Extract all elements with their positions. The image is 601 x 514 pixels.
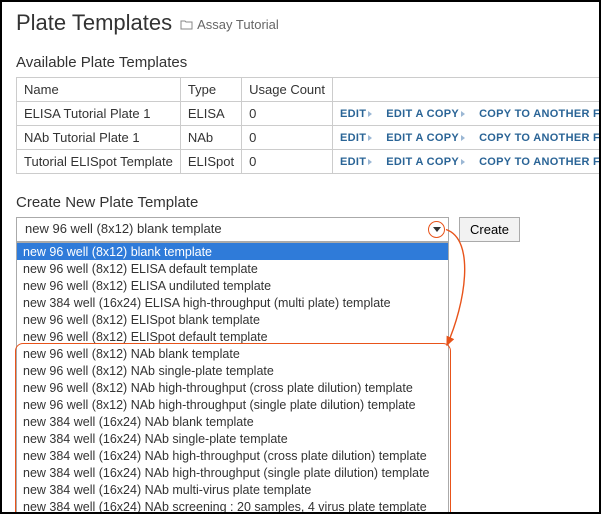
- dropdown-option[interactable]: new 384 well (16x24) NAb single-plate te…: [17, 430, 448, 447]
- available-section-title: Available Plate Templates: [16, 54, 585, 71]
- caret-right-icon: [368, 159, 372, 165]
- dropdown-option[interactable]: new 96 well (8x12) ELISA default templat…: [17, 260, 448, 277]
- dropdown-option[interactable]: new 96 well (8x12) ELISA undiluted templ…: [17, 277, 448, 294]
- dropdown-option[interactable]: new 96 well (8x12) ELISpot blank templat…: [17, 311, 448, 328]
- col-actions: [333, 78, 601, 102]
- dropdown-option[interactable]: new 384 well (16x24) NAb blank template: [17, 413, 448, 430]
- cell-type: ELISA: [180, 102, 241, 126]
- caret-right-icon: [461, 111, 465, 117]
- dropdown-option[interactable]: new 384 well (16x24) NAb screening : 20 …: [17, 498, 448, 514]
- cell-name: ELISA Tutorial Plate 1: [17, 102, 181, 126]
- caret-right-icon: [368, 111, 372, 117]
- folder-icon: [180, 19, 193, 30]
- chevron-down-icon[interactable]: [428, 221, 445, 238]
- edit-link[interactable]: EDIT: [340, 108, 372, 120]
- page-title: Plate Templates: [16, 10, 172, 36]
- dropdown-option[interactable]: new 384 well (16x24) NAb multi-virus pla…: [17, 481, 448, 498]
- dropdown-option[interactable]: new 96 well (8x12) blank template: [17, 243, 448, 260]
- col-name: Name: [17, 78, 181, 102]
- dropdown-option[interactable]: new 96 well (8x12) NAb single-plate temp…: [17, 362, 448, 379]
- cell-usage: 0: [242, 150, 333, 174]
- cell-type: ELISpot: [180, 150, 241, 174]
- table-row: NAb Tutorial Plate 1NAb0 EDIT EDIT A COPY C…: [17, 126, 601, 150]
- col-usage: Usage Count: [242, 78, 333, 102]
- edit-copy-link[interactable]: EDIT A COPY: [386, 132, 465, 144]
- dropdown-option[interactable]: new 384 well (16x24) NAb high-throughput…: [17, 447, 448, 464]
- edit-copy-link[interactable]: EDIT A COPY: [386, 156, 465, 168]
- dropdown-option[interactable]: new 384 well (16x24) ELISA high-throughp…: [17, 294, 448, 311]
- copy-folder-link[interactable]: COPY TO ANOTHER FOLDER: [479, 156, 601, 168]
- table-row: Tutorial ELISpot TemplateELISpot0 EDIT EDI…: [17, 150, 601, 174]
- caret-right-icon: [461, 159, 465, 165]
- edit-copy-link[interactable]: EDIT A COPY: [386, 108, 465, 120]
- edit-link[interactable]: EDIT: [340, 156, 372, 168]
- available-table: Name Type Usage Count ELISA Tutorial Pla…: [16, 77, 601, 174]
- create-button[interactable]: Create: [459, 217, 520, 242]
- dropdown-option[interactable]: new 384 well (16x24) NAb high-throughput…: [17, 464, 448, 481]
- cell-usage: 0: [242, 126, 333, 150]
- cell-type: NAb: [180, 126, 241, 150]
- dropdown-option[interactable]: new 96 well (8x12) NAb high-throughput (…: [17, 379, 448, 396]
- copy-folder-link[interactable]: COPY TO ANOTHER FOLDER: [479, 108, 601, 120]
- caret-right-icon: [461, 135, 465, 141]
- copy-folder-link[interactable]: COPY TO ANOTHER FOLDER: [479, 132, 601, 144]
- create-section-title: Create New Plate Template: [16, 194, 585, 211]
- dropdown-option[interactable]: new 96 well (8x12) NAb blank template: [17, 345, 448, 362]
- cell-name: NAb Tutorial Plate 1: [17, 126, 181, 150]
- dropdown-option[interactable]: new 96 well (8x12) NAb high-throughput (…: [17, 396, 448, 413]
- table-row: ELISA Tutorial Plate 1ELISA0 EDIT EDIT A C…: [17, 102, 601, 126]
- cell-usage: 0: [242, 102, 333, 126]
- col-type: Type: [180, 78, 241, 102]
- template-select[interactable]: new 96 well (8x12) blank template new 96…: [16, 217, 449, 242]
- select-value: new 96 well (8x12) blank template: [25, 221, 222, 236]
- caret-right-icon: [368, 135, 372, 141]
- edit-link[interactable]: EDIT: [340, 132, 372, 144]
- breadcrumb-label: Assay Tutorial: [197, 17, 279, 32]
- template-dropdown[interactable]: new 96 well (8x12) blank templatenew 96 …: [16, 242, 449, 514]
- breadcrumb[interactable]: Assay Tutorial: [180, 17, 279, 32]
- cell-name: Tutorial ELISpot Template: [17, 150, 181, 174]
- dropdown-option[interactable]: new 96 well (8x12) ELISpot default templ…: [17, 328, 448, 345]
